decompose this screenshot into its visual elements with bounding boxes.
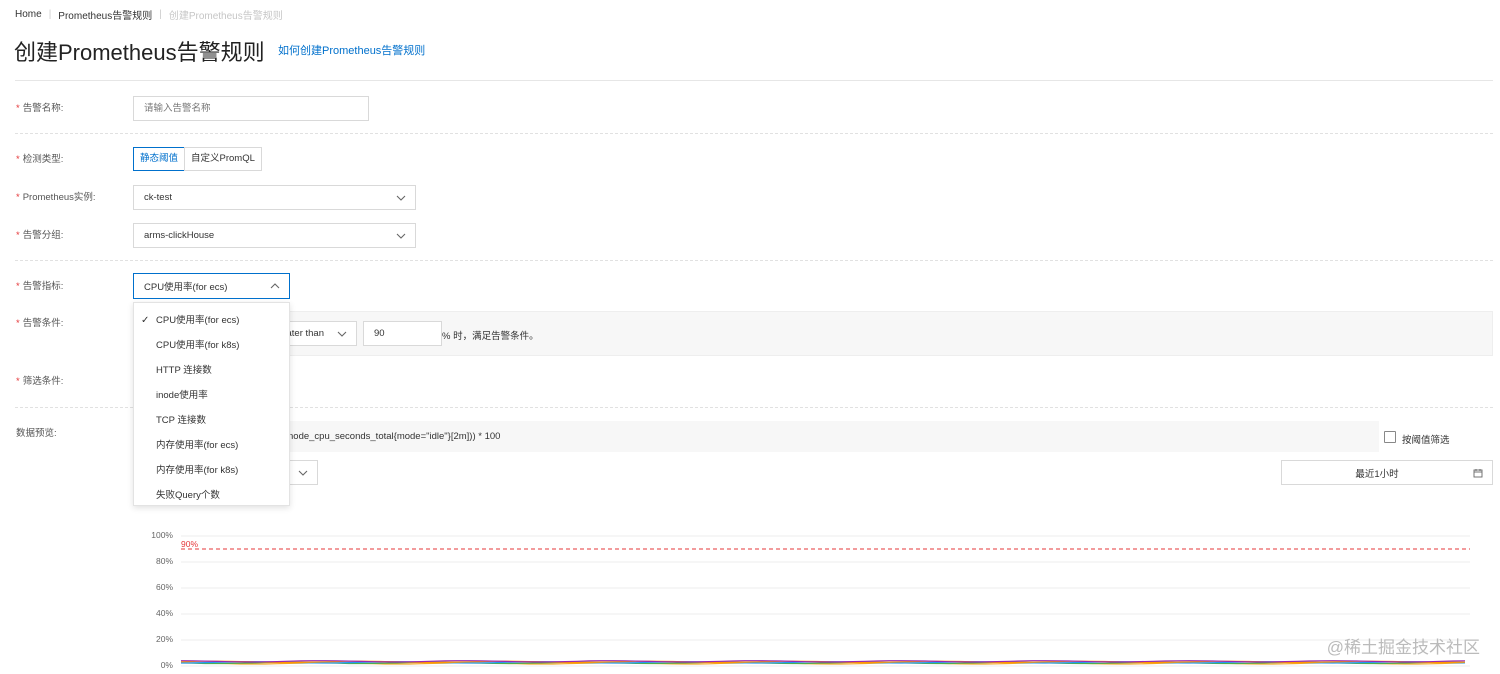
alert-name-label: * 告警名称:: [16, 103, 64, 114]
time-range-picker[interactable]: 最近1小时: [1281, 460, 1493, 485]
instance-label: * Prometheus实例:: [16, 192, 96, 203]
group-value: arms-clickHouse: [144, 230, 215, 241]
condition-suffix: % 时，满足告警条件。: [442, 331, 539, 342]
metric-select[interactable]: CPU使用率(for ecs): [133, 273, 290, 299]
metric-option[interactable]: HTTP 连接数: [134, 358, 289, 383]
calendar-icon: [1472, 467, 1484, 479]
chart-area: 100% 80% 60% 40% 20% 0% 90%: [0, 520, 1500, 674]
breadcrumb: Home | Prometheus告警规则 | 创建Prometheus告警规则: [15, 7, 283, 22]
metric-option[interactable]: 内存使用率(for ecs): [134, 433, 289, 458]
breadcrumb-separator: |: [48, 8, 52, 20]
metric-value: CPU使用率(for ecs): [144, 282, 228, 293]
time-range-value: 最近1小时: [1355, 468, 1399, 480]
check-icon: ✓: [141, 315, 150, 326]
chevron-down-icon: [395, 192, 407, 204]
metric-label: * 告警指标:: [16, 281, 64, 292]
breadcrumb-rules[interactable]: Prometheus告警规则: [58, 7, 152, 22]
watermark: @稀土掘金技术社区: [1326, 638, 1480, 657]
divider: [15, 260, 1493, 261]
preview-label: 数据预览:: [16, 428, 57, 439]
custom-promql-button[interactable]: 自定义PromQL: [184, 147, 262, 171]
detect-type-label: * 检测类型:: [16, 154, 64, 165]
divider: [15, 80, 1493, 81]
breadcrumb-home[interactable]: Home: [15, 9, 42, 20]
chevron-down-icon: [336, 328, 348, 340]
query-box: node_cpu_seconds_total{mode="idle"}[2m])…: [133, 421, 1379, 452]
help-link[interactable]: 如何创建Prometheus告警规则: [278, 42, 425, 58]
operator-value: ater than: [286, 328, 325, 339]
metric-option[interactable]: 失败Query个数: [134, 483, 289, 508]
page-title: 创建Prometheus告警规则: [14, 40, 265, 65]
metric-option[interactable]: ✓ CPU使用率(for ecs): [134, 308, 289, 333]
threshold-filter-label: 按阈值筛选: [1402, 435, 1450, 446]
metric-option[interactable]: inode使用率: [134, 383, 289, 408]
metric-dropdown-menu: ✓ CPU使用率(for ecs) CPU使用率(for k8s) HTTP 连接…: [133, 302, 290, 506]
group-select[interactable]: arms-clickHouse: [133, 223, 416, 248]
chevron-down-icon: [395, 230, 407, 242]
chevron-down-icon: [297, 467, 309, 479]
instance-select[interactable]: ck-test: [133, 185, 416, 210]
breadcrumb-separator: |: [159, 8, 162, 20]
line-chart: [180, 535, 1470, 667]
filter-label: * 筛选条件:: [16, 376, 64, 387]
chevron-up-icon: [269, 280, 281, 292]
threshold-input[interactable]: 90: [363, 321, 442, 346]
threshold-label: 90%: [181, 539, 199, 549]
breadcrumb-current: 创建Prometheus告警规则: [168, 10, 283, 22]
metric-option[interactable]: CPU使用率(for k8s): [134, 333, 289, 358]
alert-name-input[interactable]: [133, 96, 369, 121]
static-threshold-button[interactable]: 静态阈值: [133, 147, 186, 171]
threshold-filter-checkbox[interactable]: [1384, 431, 1396, 443]
metric-option[interactable]: TCP 连接数: [134, 408, 289, 433]
metric-option[interactable]: 内存使用率(for k8s): [134, 458, 289, 483]
detect-type-segmented: 静态阈值 自定义PromQL: [133, 147, 262, 171]
query-text: node_cpu_seconds_total{mode="idle"}[2m])…: [288, 431, 501, 442]
divider: [15, 133, 1493, 134]
condition-label: * 告警条件:: [16, 318, 64, 329]
instance-value: ck-test: [144, 192, 172, 203]
group-label: * 告警分组:: [16, 230, 64, 241]
